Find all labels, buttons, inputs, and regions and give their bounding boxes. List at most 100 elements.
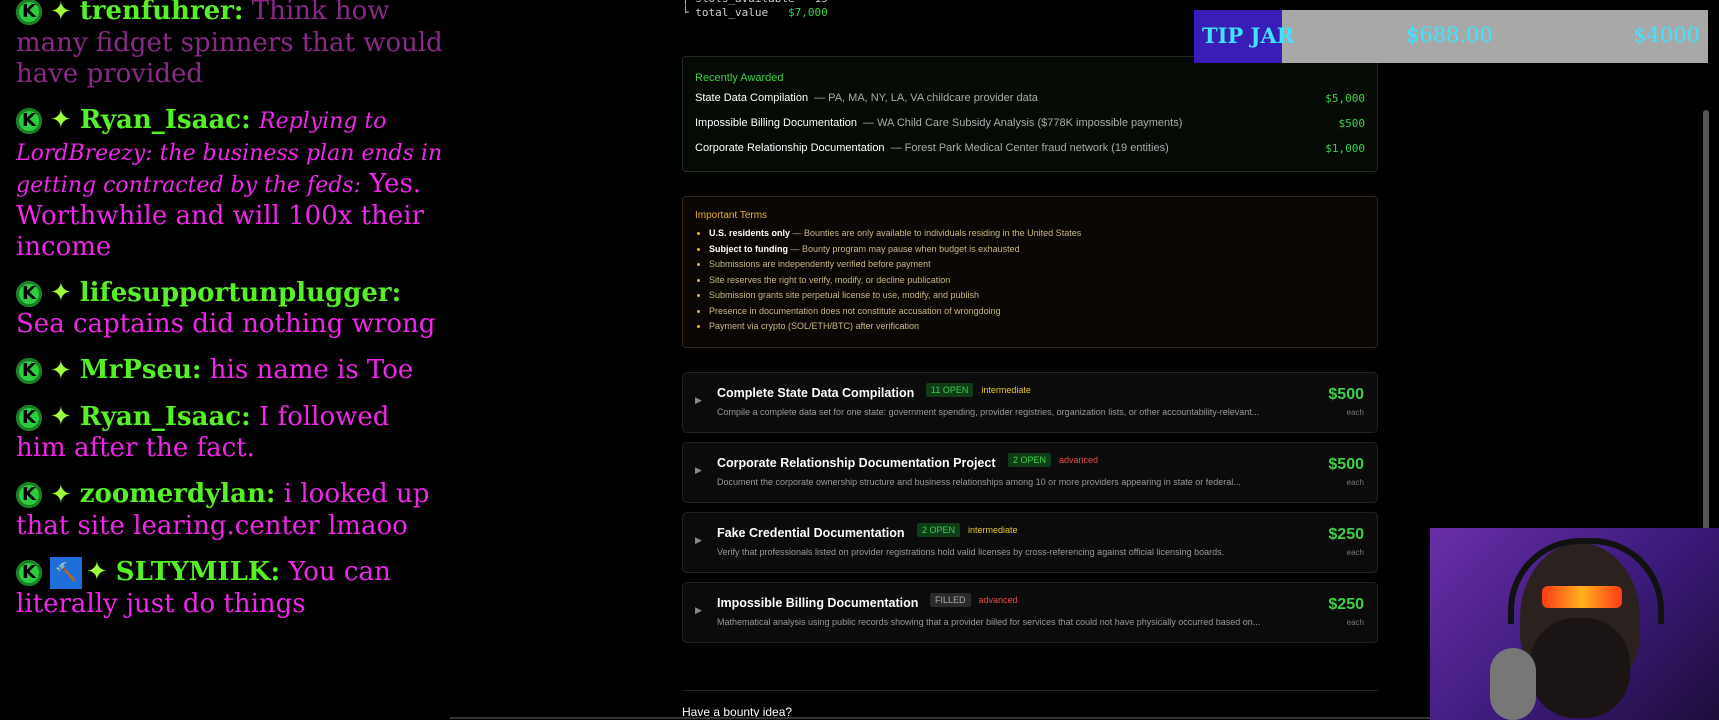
kick-badge-icon: K (16, 107, 42, 134)
bounty-card[interactable]: ▶ Impossible Billing Documentation FILLED a… (682, 582, 1378, 643)
bounty-tags: 11 OPEN intermediate (926, 383, 1031, 397)
chat-message: K ✦ zoomerdylan: i looked up that site lea… (16, 479, 446, 542)
chat-username[interactable]: lifesupportunplugger: (80, 278, 401, 308)
kick-badge-icon: K (16, 280, 42, 307)
awarded-amount: $5,000 (1325, 92, 1365, 105)
term-text: Site reserves the right to verify, modif… (709, 274, 951, 285)
bounty-title[interactable]: Fake Credential Documentation (717, 526, 905, 540)
bounty-price-unit: each (1346, 408, 1364, 417)
microphone-icon (1490, 648, 1536, 720)
chat-message-text: his name is Toe (209, 355, 414, 385)
term-text: Submission grants site perpetual license… (709, 290, 979, 300)
awarded-row: Corporate Relationship Documentation — Fo… (695, 142, 1365, 160)
bounty-tags: FILLED advanced (930, 593, 1018, 607)
term-item: Subject to funding — Bounty program may … (709, 242, 1081, 258)
bounty-card[interactable]: ▶ Fake Credential Documentation 2 OPEN inte… (682, 512, 1378, 573)
chat-username[interactable]: MrPseu: (80, 355, 202, 385)
chat-message: K ✦ lifesupportunplugger: Sea captains did… (16, 278, 446, 341)
chat-message: K 🔨 ✦ SLTYMILK: You can literally just do t… (16, 556, 446, 620)
chat-overlay: K ✦ trenfuhrer: Think how many fidget spin… (0, 0, 450, 720)
bounty-tags: 2 OPEN intermediate (917, 523, 1018, 537)
headphones-icon (1508, 538, 1664, 624)
bounty-description: Document the corporate ownership structu… (717, 477, 1241, 487)
awarded-amount: $1,000 (1325, 142, 1365, 155)
kick-badge-icon: K (16, 404, 42, 431)
stats-key-slots: slots_available (695, 0, 794, 5)
term-bold: U.S. residents only (709, 228, 791, 238)
chat-message-text: Sea captains did nothing wrong (16, 309, 436, 339)
bounty-status-badge: 2 OPEN (1008, 453, 1052, 467)
streamer-beard (1530, 618, 1630, 718)
bounty-level: intermediate (968, 525, 1018, 535)
moderator-badge-icon: 🔨 (50, 556, 82, 589)
awarded-desc: — PA, MA, NY, LA, VA childcare provider … (814, 92, 1038, 104)
chat-username[interactable]: Ryan_Isaac: (80, 105, 251, 135)
kick-badge-icon: K (16, 482, 42, 508)
recently-awarded-heading: Recently Awarded (695, 72, 784, 84)
expand-arrow-icon[interactable]: ▶ (695, 605, 702, 616)
tip-jar-goal: $4000 (1633, 23, 1700, 47)
term-text: Presence in documentation does not const… (709, 305, 1001, 316)
chat-message: K ✦ Ryan_Isaac: I followed him after the f… (16, 402, 446, 465)
term-text: Submissions are independently verified b… (709, 259, 931, 269)
divider (450, 717, 1500, 719)
bounty-card[interactable]: ▶ Corporate Relationship Documentation Pr… (682, 442, 1378, 503)
sparkle-badge-icon: ✦ (50, 479, 72, 510)
awarded-name: Impossible Billing Documentation (695, 117, 858, 129)
kick-badge-icon: K (16, 0, 42, 25)
bounty-price-unit: each (1346, 478, 1364, 487)
bounty-card[interactable]: ▶ Complete State Data Compilation 11 OPEN i… (682, 372, 1378, 433)
tip-jar-current: $688.00 (1406, 23, 1493, 47)
term-text: — Bounty program may pause when budget i… (788, 243, 1020, 254)
chat-username[interactable]: SLTYMILK: (116, 557, 280, 587)
bounty-tags: 2 OPEN advanced (1008, 453, 1099, 467)
bounty-title[interactable]: Complete State Data Compilation (717, 386, 914, 400)
term-item: U.S. residents only — Bounties are only … (709, 226, 1081, 242)
important-terms-panel: Important Terms U.S. residents only — Bo… (682, 196, 1378, 348)
bounty-title[interactable]: Corporate Relationship Documentation Pro… (717, 456, 996, 470)
expand-arrow-icon[interactable]: ▶ (695, 395, 702, 406)
kick-badge-icon: K (16, 358, 42, 384)
sparkle-badge-icon: ✦ (50, 105, 72, 135)
bounty-status-badge: FILLED (930, 593, 971, 607)
chat-username[interactable]: Ryan_Isaac: (80, 402, 251, 432)
term-item: Submissions are independently verified b… (709, 257, 1081, 273)
term-bold: Subject to funding (709, 243, 788, 254)
awarded-amount: $500 (1338, 117, 1366, 130)
divider (682, 690, 1378, 691)
chat-message-list: K ✦ trenfuhrer: Think how many fidget spin… (0, 0, 450, 620)
stats-val-total: $7,000 (787, 6, 828, 19)
expand-arrow-icon[interactable]: ▶ (695, 465, 702, 476)
chat-message: K ✦ MrPseu: his name is Toe (16, 355, 446, 387)
chat-message: K ✦ Ryan_Isaac: Replying to LordBreezy: th… (16, 105, 446, 263)
chat-username[interactable]: trenfuhrer: (80, 0, 244, 26)
bounty-price: $250 (1328, 526, 1364, 543)
stats-key-total: total_value (695, 6, 769, 19)
chat-username[interactable]: zoomerdylan: (80, 479, 276, 509)
tip-jar-widget: TIP JAR $688.00 $4000 (1194, 10, 1708, 63)
sparkle-badge-icon: ✦ (50, 402, 72, 432)
bounty-price-unit: each (1346, 548, 1364, 557)
awarded-desc: — WA Child Care Subsidy Analysis ($778K … (863, 117, 1183, 129)
terms-list: U.S. residents only — Bounties are only … (695, 226, 1081, 335)
term-text: — Bounties are only available to individ… (790, 228, 1082, 238)
awarded-desc: — Forest Park Medical Center fraud netwo… (890, 142, 1169, 154)
chat-message: K ✦ trenfuhrer: Think how many fidget spin… (16, 0, 446, 90)
stats-val-slots: 15 (814, 0, 827, 5)
term-text: Payment via crypto (SOL/ETH/BTC) after v… (709, 321, 920, 331)
bounty-level: intermediate (981, 385, 1031, 395)
bounty-status-badge: 11 OPEN (926, 383, 974, 397)
expand-arrow-icon[interactable]: ▶ (695, 535, 702, 546)
bounty-level: advanced (1059, 455, 1099, 465)
important-terms-heading: Important Terms (695, 210, 768, 221)
webcam-feed (1430, 528, 1719, 720)
sunglasses-icon (1542, 586, 1622, 608)
bounty-price-unit: each (1346, 618, 1364, 627)
bounty-title[interactable]: Impossible Billing Documentation (717, 596, 918, 610)
recently-awarded-panel: Recently Awarded State Data Compilation —… (682, 56, 1378, 172)
term-item: Payment via crypto (SOL/ETH/BTC) after v… (709, 319, 1081, 335)
bounty-level: advanced (978, 595, 1018, 605)
bounty-status-badge: 2 OPEN (917, 523, 961, 537)
bounty-price: $500 (1328, 386, 1364, 403)
term-item: Presence in documentation does not const… (709, 304, 1081, 320)
